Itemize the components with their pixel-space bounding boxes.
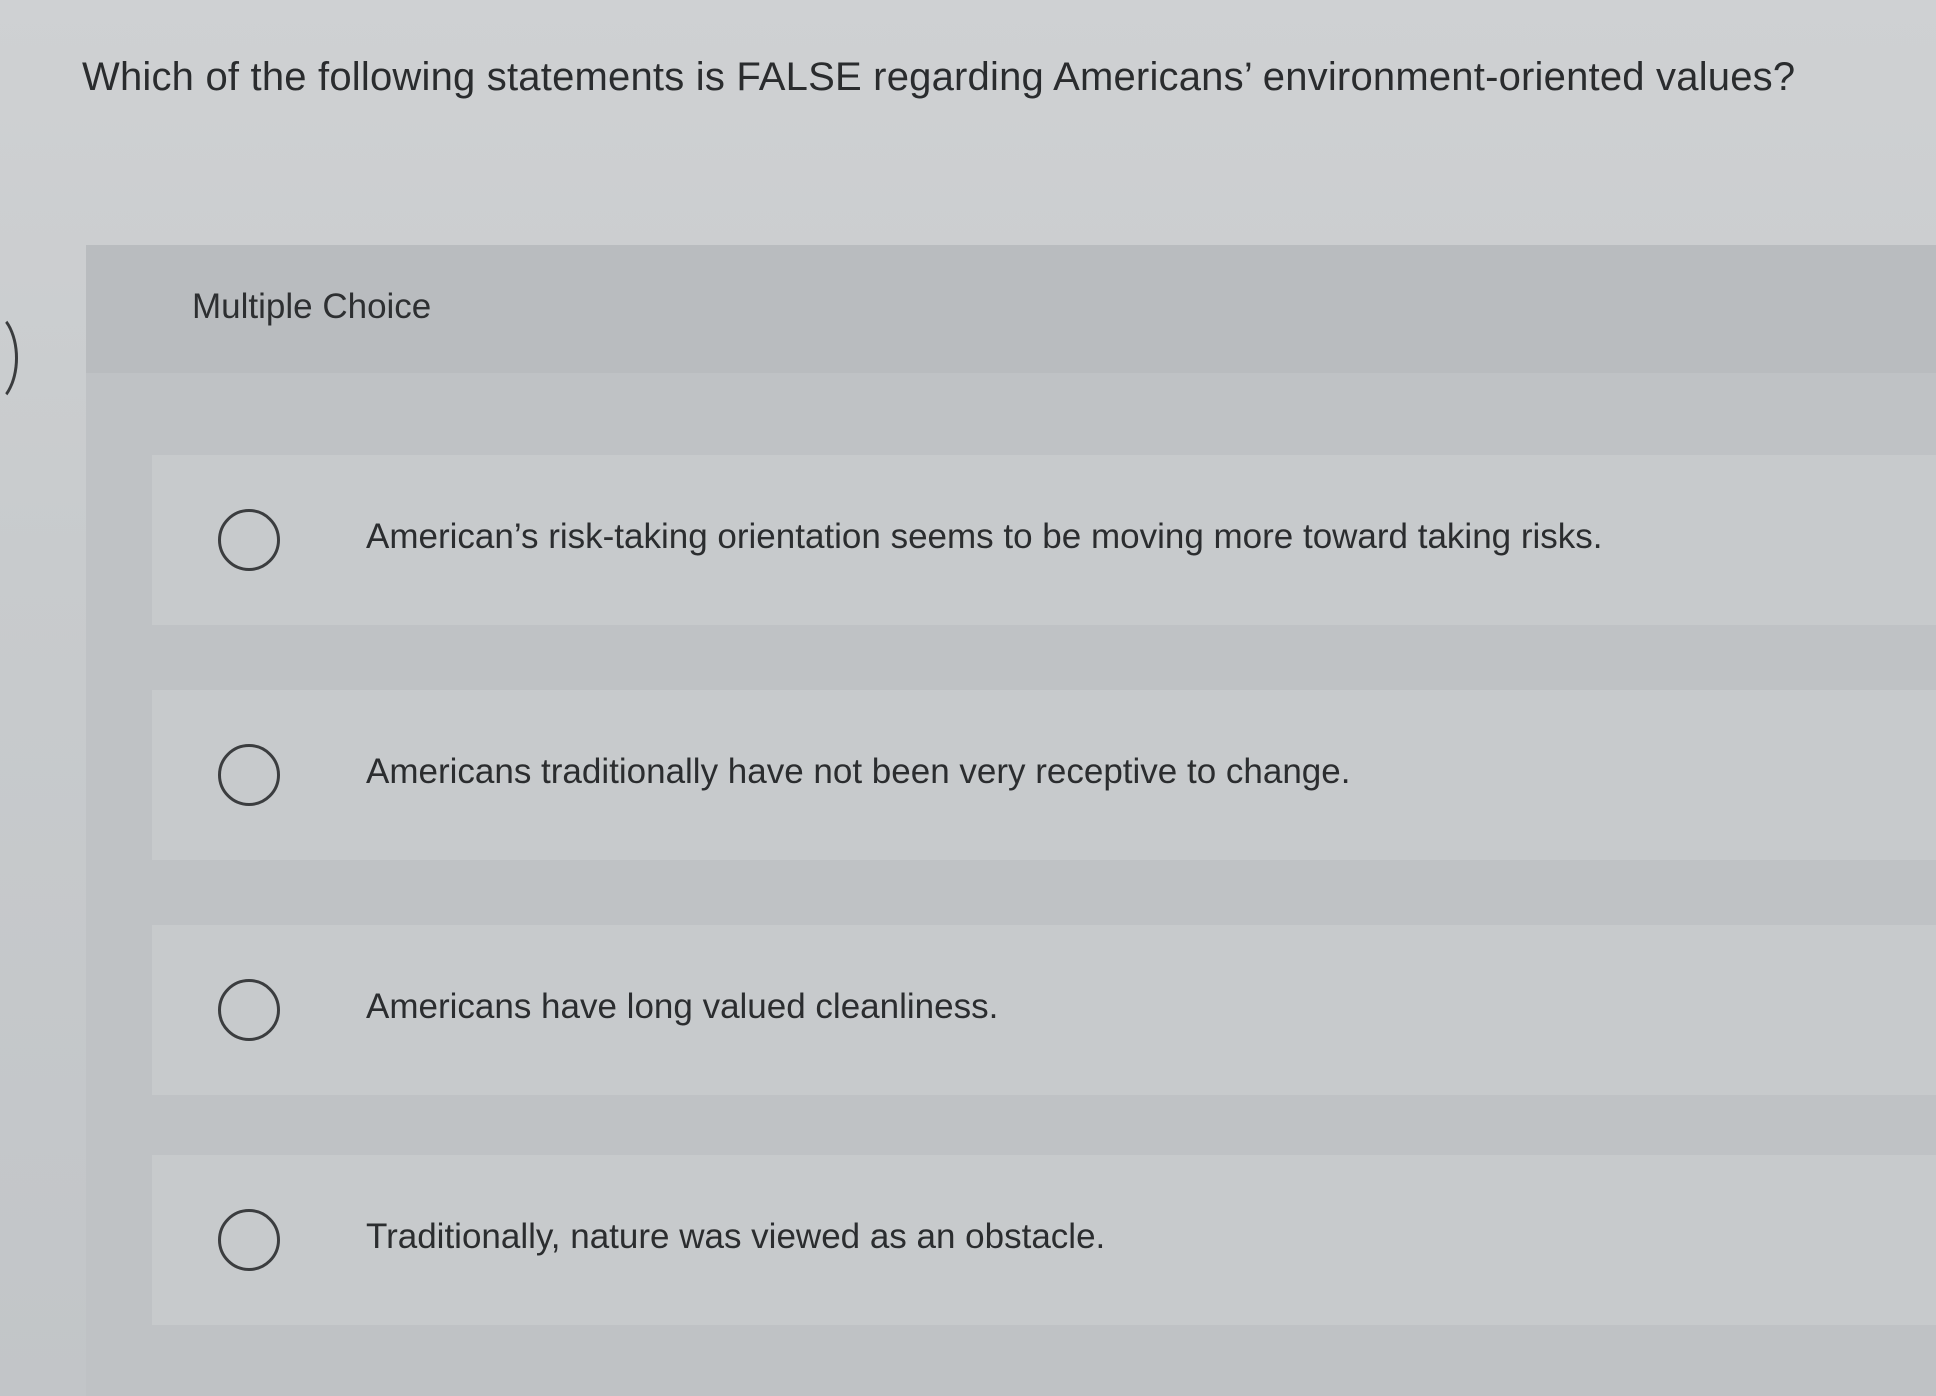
question-type-label: Multiple Choice — [192, 287, 432, 326]
answer-option-2[interactable]: Americans traditionally have not been ve… — [152, 690, 1936, 860]
answer-option-3[interactable]: Americans have long valued cleanliness. — [152, 925, 1936, 1095]
radio-unselected-icon[interactable] — [218, 1209, 280, 1271]
radio-unselected-icon[interactable] — [218, 979, 280, 1041]
answer-option-label[interactable]: American’s risk-taking orientation seems… — [366, 517, 1603, 557]
panel-header: Multiple Choice — [86, 245, 1936, 373]
previous-arrow-icon[interactable] — [0, 310, 18, 406]
question-text: Which of the following statements is FAL… — [82, 55, 1796, 99]
quiz-page: Which of the following statements is FAL… — [0, 0, 1936, 1396]
answer-option-label[interactable]: Americans traditionally have not been ve… — [366, 752, 1350, 792]
answer-option-label[interactable]: Traditionally, nature was viewed as an o… — [366, 1217, 1105, 1257]
radio-unselected-icon[interactable] — [218, 744, 280, 806]
answer-option-label[interactable]: Americans have long valued cleanliness. — [366, 987, 998, 1027]
answer-option-4[interactable]: Traditionally, nature was viewed as an o… — [152, 1155, 1936, 1325]
multiple-choice-panel: Multiple Choice American’s risk-taking o… — [86, 245, 1936, 1396]
radio-unselected-icon[interactable] — [218, 509, 280, 571]
answer-option-1[interactable]: American’s risk-taking orientation seems… — [152, 455, 1936, 625]
